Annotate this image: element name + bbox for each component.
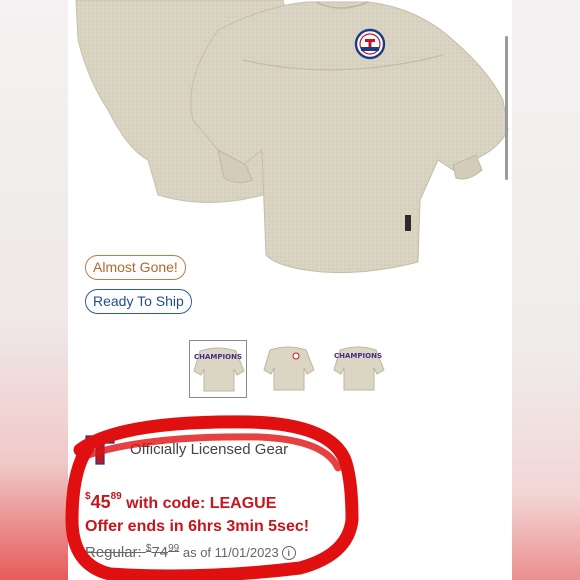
product-image[interactable] — [68, 0, 512, 280]
regular-price-row: Regular: $7499 as of 11/01/2023 i — [85, 543, 296, 561]
almost-gone-badge: Almost Gone! — [85, 255, 186, 280]
thumbnail-front-logo[interactable] — [260, 340, 318, 398]
licensed-gear-text: Officially Licensed Gear — [130, 441, 289, 458]
officially-licensed-row: Officially Licensed Gear — [84, 432, 504, 472]
promo-price: $4589 with code: LEAGUE — [85, 491, 277, 513]
jersey-thumb-icon — [263, 346, 315, 391]
ready-to-ship-badge: Ready To Ship — [85, 289, 192, 314]
jersey-thumb-icon: CHAMPIONS — [193, 347, 245, 392]
price-cents: 89 — [110, 491, 122, 502]
thumbnail-back-champions[interactable]: CHAMPIONS — [330, 340, 388, 398]
right-blurred-border — [512, 0, 580, 580]
as-of-date: as of 11/01/2023 — [179, 545, 279, 560]
promo-code-text: with code: LEAGUE — [121, 495, 277, 512]
jersey-thumb-icon: CHAMPIONS — [333, 346, 385, 391]
info-icon[interactable]: i — [281, 546, 296, 561]
offer-countdown: Offer ends in 6hrs 3min 5sec! — [85, 518, 310, 535]
rangers-t-logo-icon — [85, 435, 115, 465]
regular-cents: 99 — [168, 543, 180, 554]
thumb-caption: CHAMPIONS — [194, 353, 242, 361]
regular-price-strike: Regular: $7499 — [85, 543, 180, 561]
rangers-logo — [354, 28, 386, 60]
regular-currency: $ — [145, 543, 152, 554]
scrollbar[interactable] — [505, 36, 508, 180]
thumbnail-front-champions[interactable]: CHAMPIONS — [189, 340, 247, 398]
price-dollars: 45 — [90, 492, 111, 512]
left-blurred-border — [0, 0, 68, 580]
thumb-caption: CHAMPIONS — [334, 352, 382, 360]
regular-dollars: 74 — [151, 544, 169, 561]
front-jersey — [190, 1, 509, 274]
product-page: Almost Gone! Ready To Ship CHAMPIONS CHA… — [68, 0, 512, 580]
regular-label: Regular: — [85, 544, 142, 561]
currency-symbol: $ — [85, 491, 91, 502]
